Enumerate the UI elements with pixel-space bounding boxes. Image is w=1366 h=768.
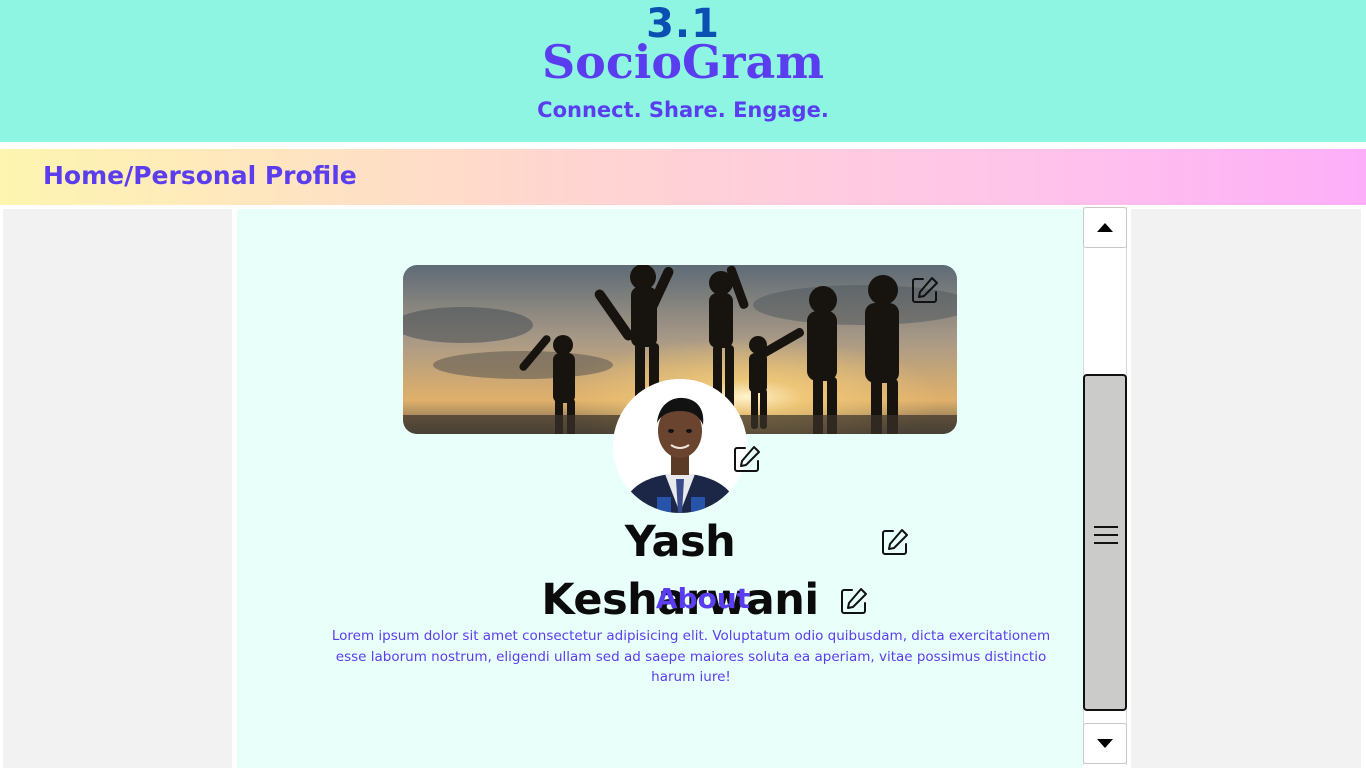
edit-name-button[interactable]: [880, 527, 910, 557]
edit-icon: [839, 586, 869, 616]
edit-cover-button[interactable]: [910, 275, 940, 305]
edit-about-button[interactable]: [839, 586, 869, 616]
left-sidebar: [3, 209, 232, 768]
about-text: Lorem ipsum dolor sit amet consectetur a…: [331, 628, 1051, 685]
edit-avatar-button[interactable]: [732, 444, 762, 474]
scroll-down-button[interactable]: [1083, 723, 1127, 764]
edit-icon: [732, 444, 762, 474]
about-heading: About: [655, 582, 751, 615]
arrow-up-icon: [1097, 223, 1113, 232]
scroll-up-button[interactable]: [1083, 207, 1127, 248]
scrollbar-thumb[interactable]: [1083, 374, 1127, 711]
right-sidebar: [1131, 209, 1361, 768]
brand-logo-text[interactable]: SocioGram: [0, 34, 1366, 90]
tagline: Connect. Share. Engage.: [537, 98, 829, 122]
edit-icon: [910, 275, 940, 305]
arrow-down-icon: [1097, 739, 1113, 748]
menu-grip-icon: [1094, 526, 1118, 546]
avatar: [613, 379, 747, 513]
breadcrumb[interactable]: Home/Personal Profile: [43, 160, 357, 192]
edit-icon: [880, 527, 910, 557]
